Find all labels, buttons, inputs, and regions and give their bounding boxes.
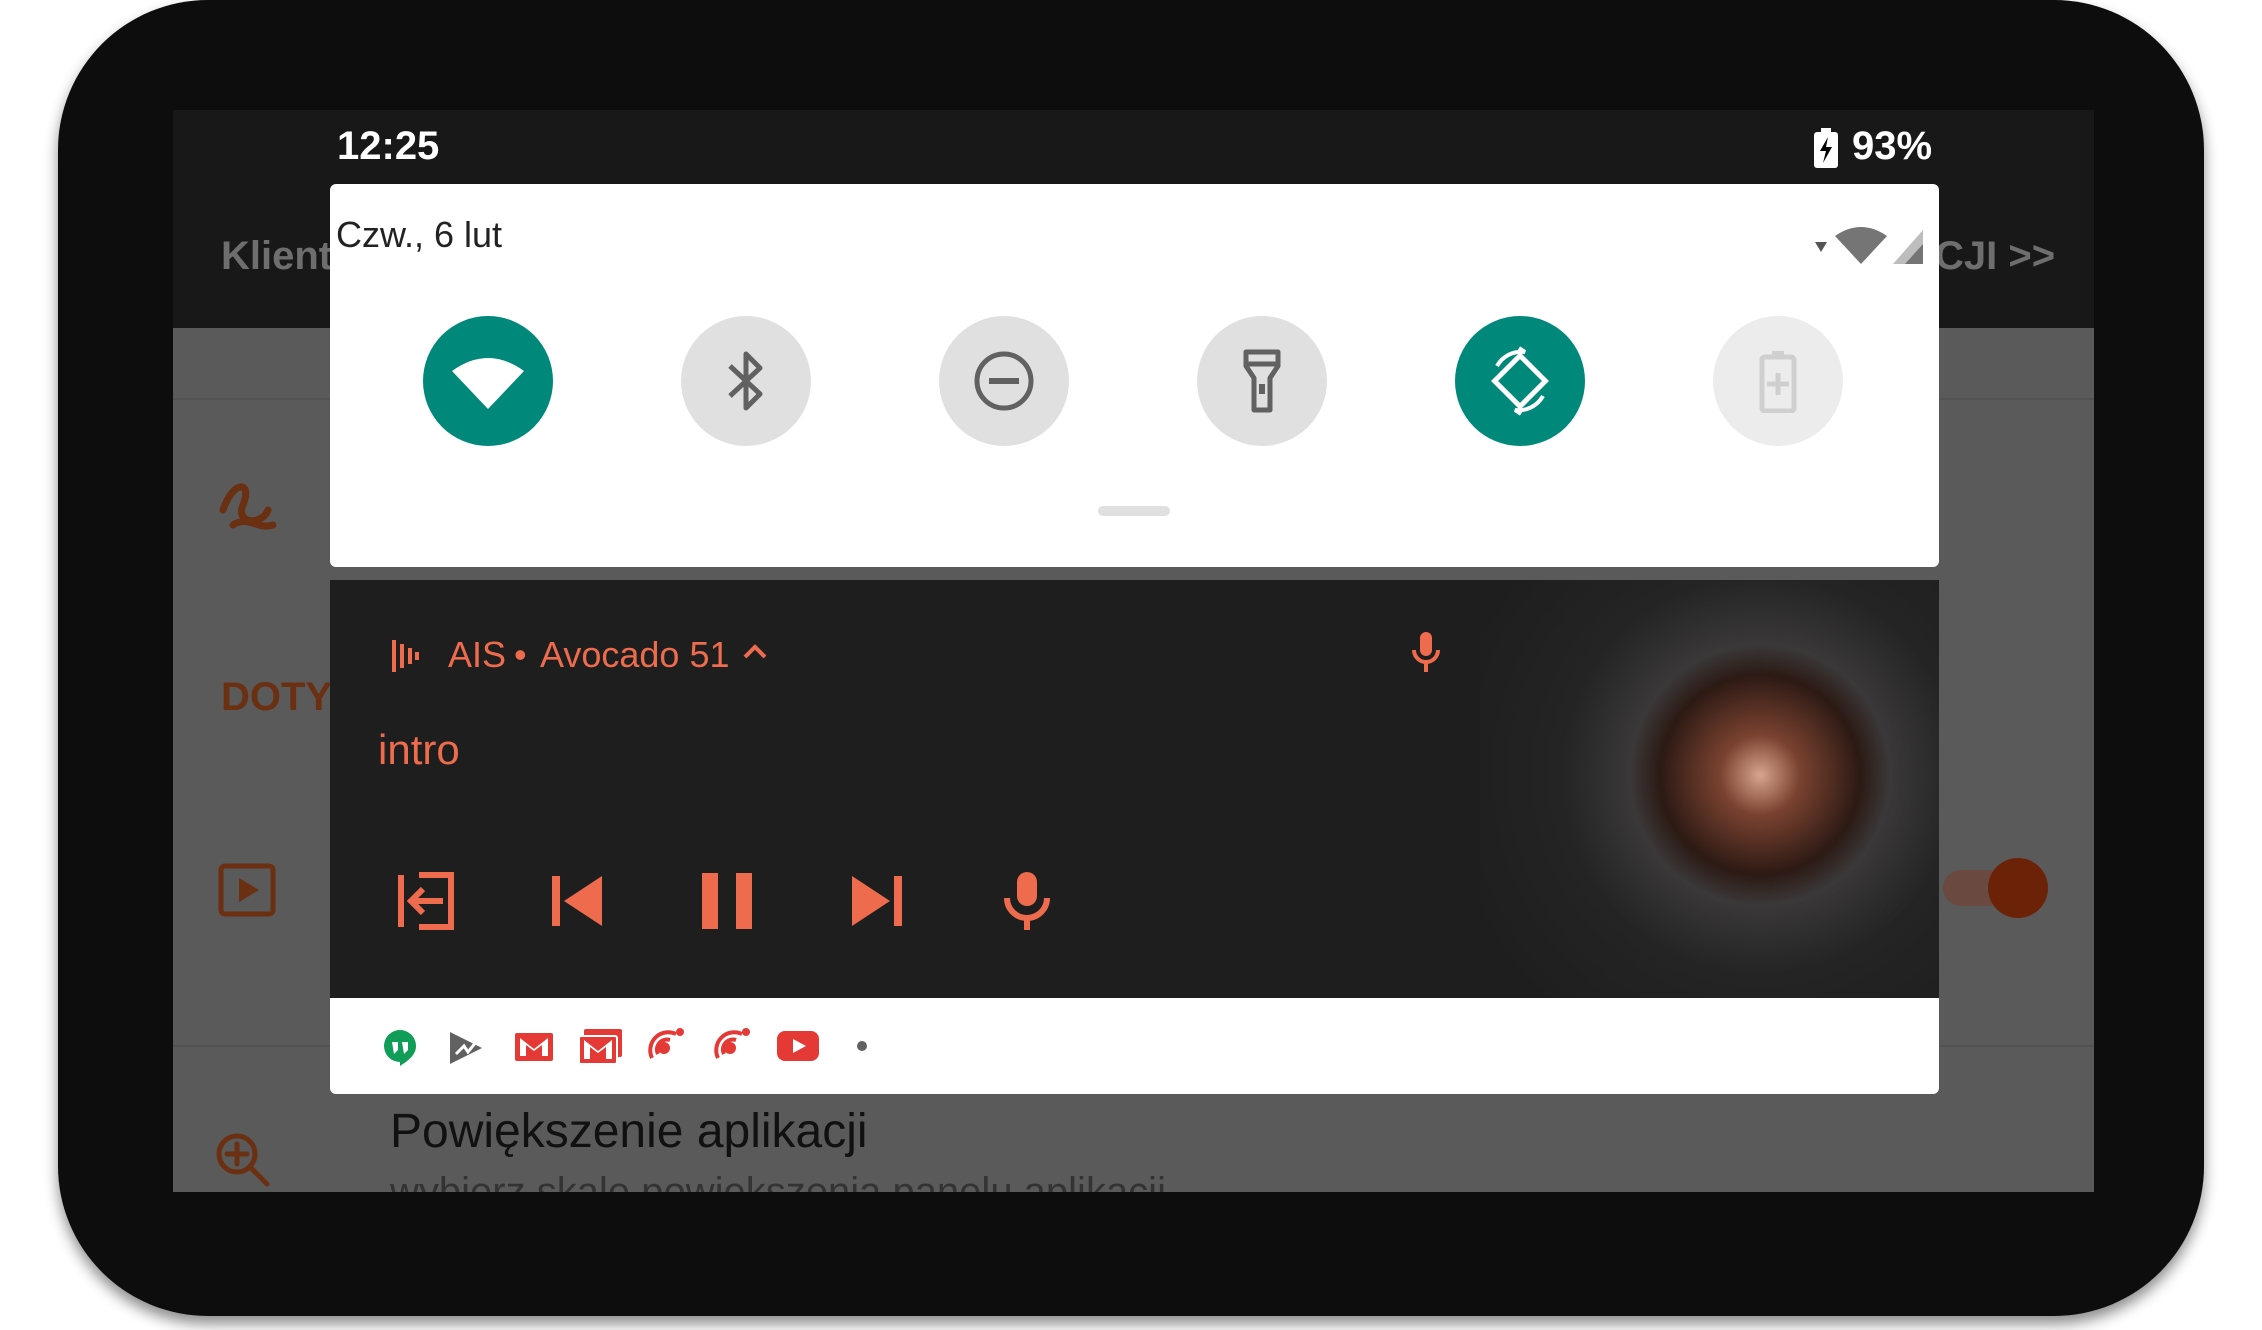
- zoom-in-icon: [213, 1130, 273, 1192]
- background-header-right: CJI >>: [1935, 234, 2056, 278]
- track-title: intro: [378, 726, 460, 773]
- gmail-icon[interactable]: [514, 1032, 554, 1067]
- next-icon: [852, 876, 902, 926]
- exit-icon: [398, 872, 454, 930]
- date-label: Czw., 6 lut: [336, 214, 503, 255]
- device-name: Avocado 51: [540, 634, 730, 675]
- toggle-thumb[interactable]: [1988, 858, 2048, 918]
- previous-icon: [552, 876, 602, 926]
- pause-button[interactable]: [682, 856, 772, 946]
- gmail-stack-icon[interactable]: [578, 1028, 624, 1071]
- pause-icon: [702, 873, 752, 929]
- separator: •: [514, 634, 527, 675]
- notification-icon-strip: [330, 998, 1939, 1094]
- radio-icon[interactable]: [710, 1024, 754, 1073]
- video-icon: [217, 860, 277, 925]
- media-notification[interactable]: AIS • Avocado 51 intro: [330, 580, 1939, 998]
- cast-app-icon: [390, 638, 420, 679]
- microphone-small-icon[interactable]: [1410, 630, 1442, 679]
- auto-rotate-icon: [1491, 346, 1549, 416]
- microphone-icon: [1004, 872, 1050, 930]
- bluetooth-tile[interactable]: [681, 316, 811, 446]
- do-not-disturb-icon: [974, 351, 1034, 411]
- status-time: 12:25: [337, 124, 440, 168]
- app-name: AIS: [448, 634, 507, 675]
- battery-saver-icon: [1759, 351, 1797, 413]
- signature-icon: [213, 470, 283, 545]
- wifi-status-icon: [1815, 224, 1925, 269]
- hangouts-icon[interactable]: [382, 1028, 418, 1073]
- expand-handle[interactable]: [1098, 506, 1170, 516]
- next-button[interactable]: [832, 856, 922, 946]
- chevron-up-icon[interactable]: [742, 642, 768, 665]
- exit-button[interactable]: [382, 856, 472, 946]
- flashlight-icon: [1243, 349, 1281, 413]
- quick-settings-panel: Czw., 6 lut: [330, 184, 1939, 567]
- youtube-icon[interactable]: [776, 1030, 820, 1067]
- radio-icon[interactable]: [644, 1024, 688, 1073]
- auto-rotate-tile[interactable]: [1455, 316, 1585, 446]
- setting-subtitle: wybierz skalę powiększenia panelu aplika…: [390, 1170, 1166, 1192]
- previous-button[interactable]: [532, 856, 622, 946]
- background-header-left: Klient: [221, 234, 333, 278]
- wifi-tile[interactable]: [423, 316, 553, 446]
- flashlight-tile[interactable]: [1197, 316, 1327, 446]
- play-store-icon[interactable]: [448, 1030, 484, 1071]
- more-dot-icon: [857, 1041, 867, 1051]
- bluetooth-icon: [728, 351, 763, 411]
- setting-title[interactable]: Powiększenie aplikacji: [390, 1104, 868, 1159]
- battery-charging-icon: [1812, 128, 1840, 173]
- battery-saver-tile[interactable]: [1713, 316, 1843, 446]
- battery-percent: 93%: [1852, 124, 1933, 168]
- wifi-icon: [452, 358, 524, 409]
- album-art: [1480, 580, 1939, 998]
- section-label: DOTY: [221, 675, 333, 719]
- do-not-disturb-tile[interactable]: [939, 316, 1069, 446]
- microphone-button[interactable]: [982, 856, 1072, 946]
